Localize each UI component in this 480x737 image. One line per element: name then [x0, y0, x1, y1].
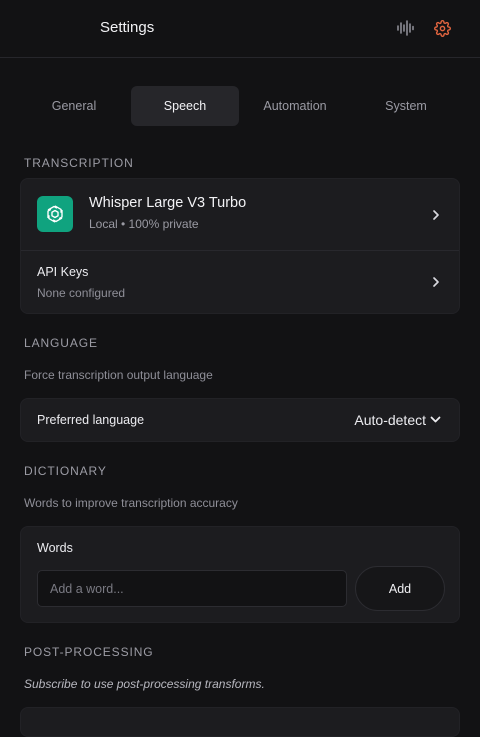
words-label: Words [37, 541, 73, 555]
post-processing-section-label: POST-PROCESSING [24, 645, 154, 659]
language-section-label: LANGUAGE [24, 336, 98, 350]
model-subtitle: Local • 100% private [89, 217, 199, 231]
add-word-input[interactable] [37, 570, 347, 607]
post-processing-card [20, 707, 460, 737]
dictionary-section-label: DICTIONARY [24, 464, 107, 478]
chevron-down-icon [430, 416, 441, 423]
settings-tabs: General Speech Automation System [20, 86, 460, 126]
audio-waveform-icon[interactable] [394, 17, 416, 39]
language-description: Force transcription output language [24, 368, 213, 382]
page-title: Settings [100, 19, 155, 36]
model-name: Whisper Large V3 Turbo [89, 195, 247, 211]
tab-general[interactable]: General [20, 86, 128, 126]
dictionary-description: Words to improve transcription accuracy [24, 496, 238, 510]
tab-speech[interactable]: Speech [131, 86, 239, 126]
transcription-section-label: TRANSCRIPTION [24, 156, 134, 170]
chevron-right-icon [433, 277, 439, 287]
add-word-button[interactable]: Add [355, 566, 445, 611]
transcription-card: Whisper Large V3 Turbo Local • 100% priv… [20, 178, 460, 314]
model-row[interactable]: Whisper Large V3 Turbo Local • 100% priv… [21, 179, 459, 250]
post-processing-description: Subscribe to use post-processing transfo… [24, 677, 265, 691]
api-keys-row[interactable]: API Keys None configured [21, 251, 459, 314]
tab-system[interactable]: System [352, 86, 460, 126]
api-keys-subtitle: None configured [37, 286, 126, 300]
api-keys-title: API Keys [37, 265, 89, 279]
language-select[interactable]: Auto-detect [354, 412, 441, 428]
preferred-language-row: Preferred language Auto-detect [20, 398, 460, 442]
gear-icon[interactable] [431, 17, 453, 39]
preferred-language-label: Preferred language [37, 413, 145, 427]
language-select-value: Auto-detect [354, 412, 426, 428]
tab-automation[interactable]: Automation [241, 86, 349, 126]
openai-logo-icon [37, 196, 73, 232]
header: Settings [0, 0, 480, 58]
dictionary-card: Words Add [20, 526, 460, 623]
chevron-right-icon [433, 210, 439, 220]
